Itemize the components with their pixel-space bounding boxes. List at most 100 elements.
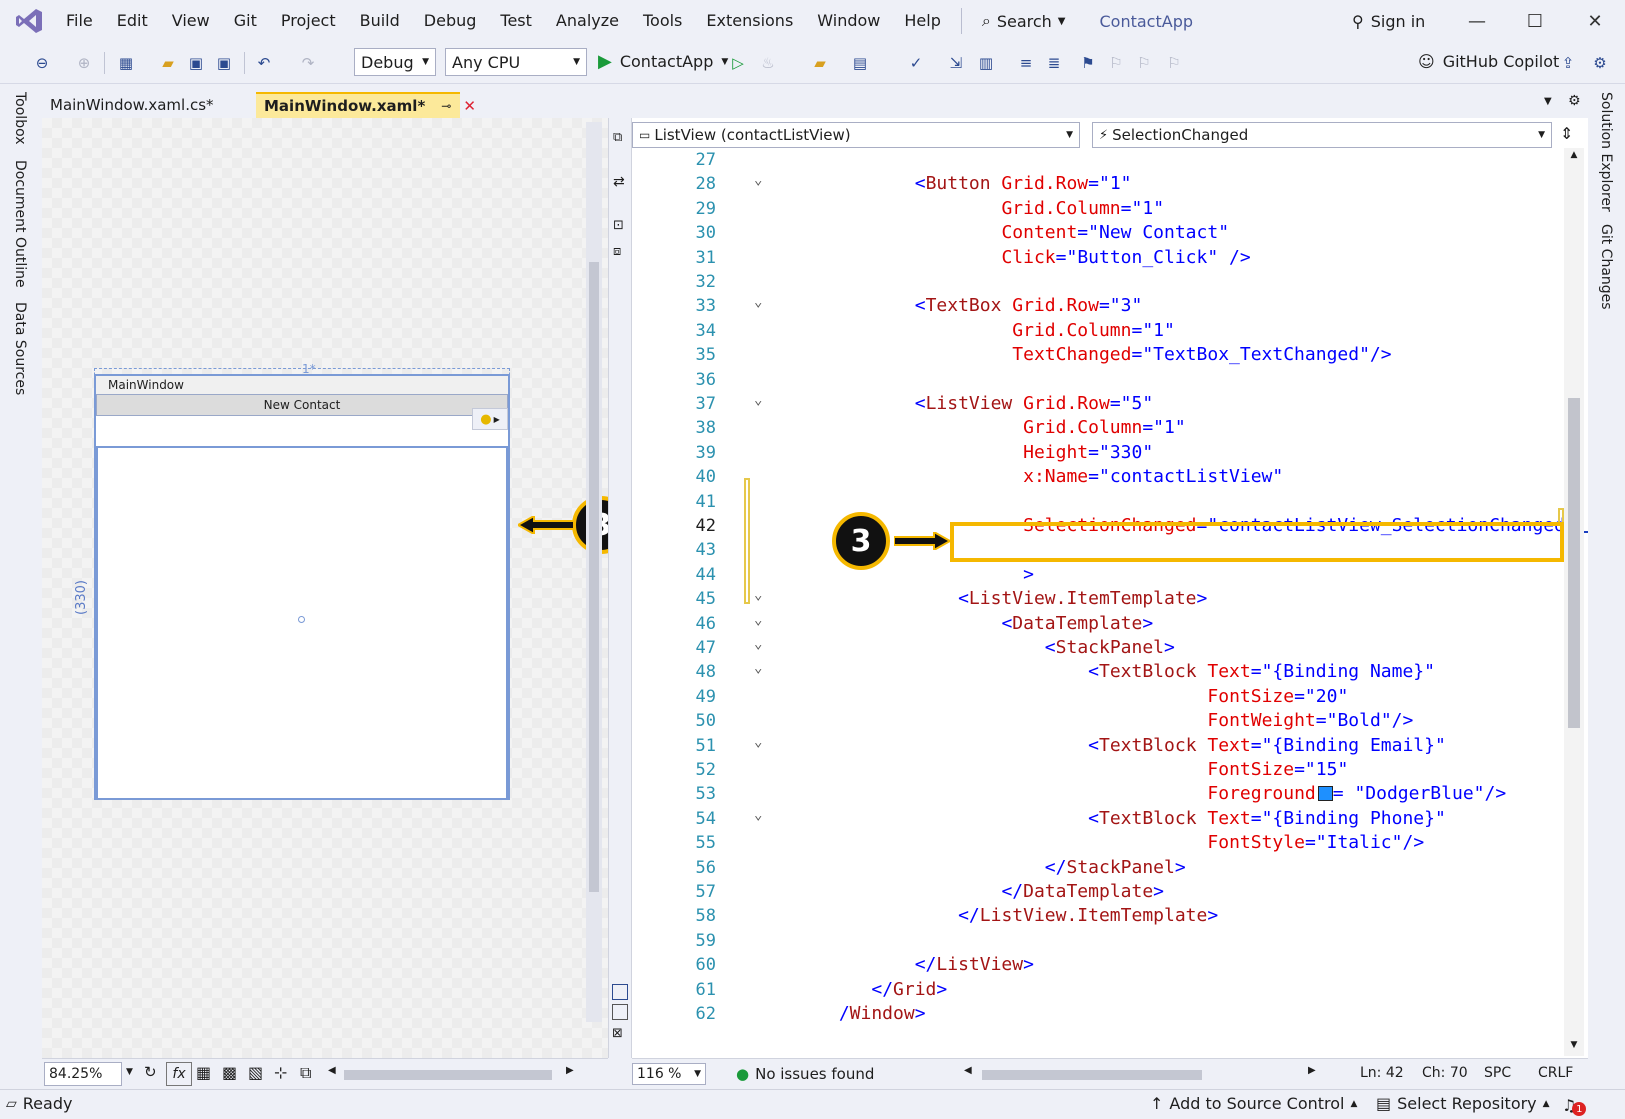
menu-item-analyze[interactable]: Analyze	[544, 0, 631, 42]
line-indicator[interactable]: Ln: 42	[1360, 1065, 1404, 1081]
snap-lines-icon[interactable]: ⊹	[274, 1063, 287, 1082]
undo-icon[interactable]: ↶	[252, 51, 276, 75]
fold-chevron-icon[interactable]: ⌄	[754, 587, 762, 603]
settings-gear-icon[interactable]: ⚙	[1568, 93, 1581, 109]
editor-zoom-select[interactable]: 116 % ▼	[632, 1063, 706, 1085]
editor-vertical-scrollbar[interactable]: ▲ ▼	[1564, 148, 1584, 1056]
popout-icon[interactable]: ⧈	[613, 244, 621, 259]
code-line[interactable]: 48 ⌄ <TextBlock Text="{Binding Name}"	[632, 660, 1588, 684]
code-line[interactable]: 30 Content="New Contact"	[632, 221, 1588, 245]
code-line[interactable]: 47 ⌄ <StackPanel>	[632, 636, 1588, 660]
feedback-icon[interactable]: ⚙	[1588, 51, 1612, 75]
grid-icon[interactable]: ▦	[196, 1063, 211, 1082]
menu-item-tools[interactable]: Tools	[631, 0, 694, 42]
fold-chevron-icon[interactable]: ⌄	[754, 612, 762, 628]
code-line[interactable]: 60 </ListView>	[632, 953, 1588, 977]
clear-bookmarks-icon[interactable]: ⚐	[1162, 51, 1186, 75]
tab-mainwindow-xaml-cs[interactable]: MainWindow.xaml.cs*	[42, 92, 256, 118]
artboard-icon[interactable]: ▧	[248, 1063, 263, 1082]
fold-chevron-icon[interactable]: ⌄	[754, 172, 762, 188]
layout-icon[interactable]: ▤	[848, 51, 872, 75]
scroll-up-icon[interactable]: ▲	[1564, 150, 1584, 160]
tab-mainwindow-xaml[interactable]: MainWindow.xaml* ⊸ ✕	[256, 92, 476, 118]
platform-select[interactable]: Any CPU ▼	[445, 48, 587, 76]
data-sources-tab[interactable]: Data Sources	[12, 302, 28, 395]
swap-panes-icon[interactable]: ⧉	[613, 130, 622, 145]
chevron-down-icon[interactable]: ▼	[126, 1067, 133, 1077]
code-line[interactable]: 49 FontSize="20"	[632, 685, 1588, 709]
solution-explorer-icon[interactable]: ▰	[808, 51, 832, 75]
scroll-right-icon[interactable]: ▶	[566, 1065, 574, 1076]
document-outline-tab[interactable]: Document Outline	[12, 160, 28, 288]
code-line[interactable]: 62/Window>	[632, 1002, 1588, 1026]
listview-preview[interactable]	[96, 446, 508, 800]
fold-chevron-icon[interactable]: ⌄	[754, 294, 762, 310]
menu-item-debug[interactable]: Debug	[412, 0, 489, 42]
spell-check-icon[interactable]: ✓	[904, 51, 928, 75]
code-line[interactable]: 40 x:Name="contactListView"	[632, 465, 1588, 489]
prev-bookmark-icon[interactable]: ⚐	[1104, 51, 1128, 75]
menu-item-file[interactable]: File	[54, 0, 105, 42]
fold-chevron-icon[interactable]: ⌄	[754, 734, 762, 750]
issues-indicator[interactable]: ● No issues found	[736, 1065, 874, 1083]
line-ending-indicator[interactable]: CRLF	[1538, 1065, 1573, 1081]
xaml-designer-surface[interactable]: 1* MainWindow New Contact ●▶ (330) 3	[42, 118, 630, 1058]
menu-item-help[interactable]: Help	[892, 0, 952, 42]
maximize-button[interactable]: ☐	[1510, 0, 1560, 42]
bookmark-icon[interactable]: ⚑	[1076, 51, 1100, 75]
scrollbar-thumb[interactable]	[1568, 398, 1580, 728]
menu-item-extensions[interactable]: Extensions	[694, 0, 805, 42]
code-line[interactable]: 46 ⌄ <DataTemplate>	[632, 612, 1588, 636]
outdent-icon[interactable]: ≣	[1042, 51, 1066, 75]
indent-icon[interactable]: ≡	[1014, 51, 1038, 75]
tab-list-dropdown-icon[interactable]: ▼	[1544, 96, 1552, 107]
code-line[interactable]: 28 ⌄ <Button Grid.Row="1"	[632, 172, 1588, 196]
code-line[interactable]: 53 Foreground = "DodgerBlue"/>	[632, 782, 1588, 806]
new-project-icon[interactable]: ▦	[114, 51, 138, 75]
snap-grid-icon[interactable]: ▩	[222, 1063, 237, 1082]
start-without-debugging-icon[interactable]: ▷	[726, 51, 750, 75]
code-line[interactable]: 31 Click="Button_Click" />	[632, 246, 1588, 270]
forward-icon[interactable]: ⊕	[72, 51, 96, 75]
git-changes-tab[interactable]: Git Changes	[1598, 224, 1614, 310]
notifications-button[interactable]: ♫ 1	[1562, 1094, 1587, 1116]
whitespace-indicator[interactable]: SPC	[1484, 1065, 1511, 1081]
menu-item-window[interactable]: Window	[805, 0, 892, 42]
solution-explorer-tab[interactable]: Solution Explorer	[1598, 92, 1614, 212]
code-lines[interactable]: 27 28 ⌄ <Button Grid.Row="1" 29 Grid.Column="…	[632, 148, 1588, 1053]
new-contact-button-preview[interactable]: New Contact	[96, 394, 508, 416]
scroll-left-icon[interactable]: ◀	[328, 1065, 336, 1076]
designer-window-frame[interactable]: MainWindow New Contact ● ▶	[94, 374, 510, 800]
horizontal-split-icon[interactable]	[612, 1004, 628, 1020]
device-icon[interactable]: ⧉	[300, 1063, 311, 1083]
code-line[interactable]: 32	[632, 270, 1588, 294]
minimize-button[interactable]: —	[1452, 0, 1502, 42]
quick-actions-button[interactable]: ● ▶	[472, 408, 508, 430]
code-line[interactable]: 36	[632, 368, 1588, 392]
menu-item-view[interactable]: View	[160, 0, 222, 42]
code-line[interactable]: 54 ⌄ <TextBlock Text="{Binding Phone}"	[632, 807, 1588, 831]
code-line[interactable]: 33 ⌄ <TextBox Grid.Row="3"	[632, 294, 1588, 318]
sign-in-button[interactable]: ⚲ Sign in	[1352, 0, 1425, 42]
swap-icon[interactable]: ⇄	[613, 174, 625, 190]
code-line[interactable]: 59	[632, 929, 1588, 953]
xaml-only-icon[interactable]: ⊠	[612, 1026, 623, 1041]
pin-icon[interactable]: ⊸	[441, 99, 451, 113]
code-line[interactable]: 34 Grid.Column="1"	[632, 319, 1588, 343]
scroll-down-icon[interactable]: ▼	[1564, 1040, 1584, 1050]
menu-item-project[interactable]: Project	[269, 0, 348, 42]
menu-item-edit[interactable]: Edit	[105, 0, 160, 42]
code-line[interactable]: 52 FontSize="15"	[632, 758, 1588, 782]
add-to-source-control-button[interactable]: ↑ Add to Source Control ▲	[1150, 1094, 1357, 1113]
configuration-select[interactable]: Debug ▼	[354, 48, 436, 76]
code-line[interactable]: 57 </DataTemplate>	[632, 880, 1588, 904]
member-dropdown[interactable]: ⚡ SelectionChanged ▼	[1092, 122, 1552, 148]
refresh-icon[interactable]: ↻	[144, 1063, 157, 1081]
menu-item-git[interactable]: Git	[222, 0, 269, 42]
code-line[interactable]: 55 FontStyle="Italic"/>	[632, 831, 1588, 855]
close-icon[interactable]: ✕	[463, 97, 476, 115]
fold-chevron-icon[interactable]: ⌄	[754, 807, 762, 823]
scroll-right-icon[interactable]: ▶	[1308, 1065, 1316, 1076]
designer-zoom-select[interactable]: 84.25%	[44, 1062, 122, 1086]
github-copilot-button[interactable]: ☺ GitHub Copilot	[1418, 52, 1559, 71]
